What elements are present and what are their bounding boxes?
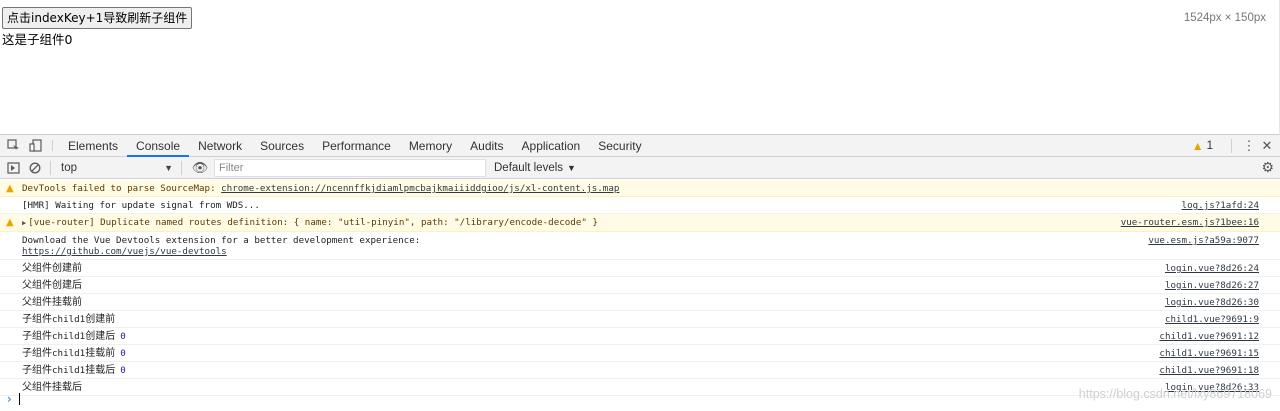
message-text-mono: child1: [52, 331, 86, 342]
message-source-link[interactable]: vue.esm.js?a59a:9077: [1148, 235, 1259, 246]
message-source-link[interactable]: child1.vue?9691:12: [1159, 331, 1259, 342]
tab-memory[interactable]: Memory: [400, 135, 461, 156]
text-caret: [18, 393, 20, 405]
message-text-mono: child1: [52, 348, 86, 359]
console-message-warning: ▲ DevTools failed to parse SourceMap: ch…: [0, 180, 1280, 197]
message-source-link[interactable]: child1.vue?9691:15: [1159, 348, 1259, 359]
message-text-suffix: 创建后: [85, 331, 116, 342]
tab-elements[interactable]: Elements: [59, 135, 127, 156]
message-source-link[interactable]: log.js?1afd:24: [1182, 200, 1259, 211]
console-message: 父组件创建后 login.vue?8d26:27: [0, 277, 1280, 294]
message-text-prefix: 子组件: [22, 331, 52, 342]
warning-icon: ▲: [6, 217, 14, 228]
tabbar-right-controls: ▲ 1 ⋮ ✕: [1192, 135, 1280, 157]
message-text: 父组件创建前: [22, 263, 82, 274]
message-text: 父组件创建后: [22, 280, 82, 291]
message-number: 0: [120, 365, 126, 376]
message-text-suffix: 挂载后: [85, 365, 116, 376]
devtools-tabbar: Elements Console Network Sources Perform…: [0, 135, 1280, 157]
message-number: 0: [120, 331, 126, 342]
message-text: Download the Vue Devtools extension for …: [22, 235, 421, 246]
devtools-panel: Elements Console Network Sources Perform…: [0, 135, 1280, 411]
console-message: 子组件child1挂载前 0 child1.vue?9691:15: [0, 345, 1280, 362]
watermark: https://blog.csdn.net/lxy869718069: [1078, 387, 1272, 401]
warning-icon: ▲: [6, 183, 14, 194]
message-text-suffix: 挂载前: [85, 348, 116, 359]
expand-triangle-icon[interactable]: ▶: [22, 219, 26, 227]
console-toolbar: top ▼ 👁 Default levels ▼ ⚙: [0, 157, 1280, 179]
console-message: [HMR] Waiting for update signal from WDS…: [0, 197, 1280, 214]
tab-application[interactable]: Application: [513, 135, 590, 156]
message-source-link[interactable]: vue-router.esm.js?1bee:16: [1121, 217, 1259, 228]
tab-sources[interactable]: Sources: [251, 135, 313, 156]
message-link[interactable]: https://github.com/vuejs/vue-devtools: [22, 246, 1280, 257]
toolbar-separator: [181, 160, 182, 175]
message-source-link[interactable]: login.vue?8d26:27: [1165, 280, 1259, 291]
tab-performance[interactable]: Performance: [313, 135, 400, 156]
message-source-link[interactable]: login.vue?8d26:30: [1165, 297, 1259, 308]
log-levels-label: Default levels: [494, 161, 564, 174]
eye-icon[interactable]: 👁: [188, 160, 212, 176]
gear-icon[interactable]: ⚙: [1261, 159, 1274, 176]
kebab-icon[interactable]: ⋮: [1240, 138, 1258, 154]
message-text: [HMR] Waiting for update signal from WDS…: [22, 200, 260, 211]
tab-security[interactable]: Security: [589, 135, 650, 156]
console-message: 父组件创建前 login.vue?8d26:24: [0, 260, 1280, 277]
console-message-warning: ▲ ▶ [vue-router] Duplicate named routes d…: [0, 214, 1280, 232]
filter-input[interactable]: [214, 158, 486, 177]
child-component-text: 这是子组件0: [2, 32, 73, 47]
warning-counter[interactable]: ▲ 1: [1192, 139, 1213, 153]
console-message: 子组件child1挂载后 0 child1.vue?9691:18: [0, 362, 1280, 379]
page-viewport: 点击indexKey+1导致刷新子组件 这是子组件0 1524px × 150p…: [0, 0, 1280, 135]
console-messages: ▲ DevTools failed to parse SourceMap: ch…: [0, 180, 1280, 396]
chevron-down-icon: ▼: [567, 162, 576, 173]
message-source-link[interactable]: child1.vue?9691:18: [1159, 365, 1259, 376]
prompt-chevron-icon: ›: [7, 392, 12, 406]
context-selector[interactable]: top ▼: [59, 159, 175, 177]
message-number: 0: [120, 348, 126, 359]
tab-network[interactable]: Network: [189, 135, 251, 156]
viewport-dimensions: 1524px × 150px: [1183, 12, 1266, 24]
message-text: [vue-router] Duplicate named routes defi…: [28, 217, 598, 228]
message-text-mono: child1: [52, 365, 86, 376]
close-icon[interactable]: ✕: [1258, 138, 1276, 154]
toolbar-separator: [50, 160, 51, 175]
message-text: 父组件挂载前: [22, 297, 82, 308]
message-text-mono: child1: [52, 314, 86, 325]
message-link[interactable]: chrome-extension://ncennffkjdiamlpmcbajk…: [221, 183, 619, 194]
sidebar-icon[interactable]: [4, 159, 22, 177]
tabbar-separator: [1231, 139, 1232, 153]
message-text: DevTools failed to parse SourceMap:: [22, 183, 222, 194]
message-text-prefix: 子组件: [22, 348, 52, 359]
console-message: 父组件挂载前 login.vue?8d26:30: [0, 294, 1280, 311]
message-source-link[interactable]: child1.vue?9691:9: [1165, 314, 1259, 325]
console-message: Download the Vue Devtools extension for …: [0, 232, 1280, 260]
warning-count: 1: [1206, 140, 1213, 152]
device-icon[interactable]: [26, 135, 44, 156]
context-value: top: [61, 161, 77, 174]
warning-icon: ▲: [1191, 139, 1204, 153]
log-levels-dropdown[interactable]: Default levels ▼: [494, 162, 576, 174]
chevron-down-icon: ▼: [164, 162, 173, 173]
tab-audits[interactable]: Audits: [461, 135, 512, 156]
console-message: 子组件child1创建后 0 child1.vue?9691:12: [0, 328, 1280, 345]
clear-icon[interactable]: [26, 159, 44, 177]
message-text-prefix: 子组件: [22, 314, 52, 325]
tab-separator: [52, 140, 53, 151]
console-message: 子组件child1创建前 child1.vue?9691:9: [0, 311, 1280, 328]
tab-console[interactable]: Console: [127, 135, 190, 157]
message-text-suffix: 创建前: [85, 314, 116, 325]
message-text-prefix: 子组件: [22, 365, 52, 376]
inspect-icon[interactable]: [4, 135, 22, 156]
increment-key-button[interactable]: 点击indexKey+1导致刷新子组件: [2, 7, 193, 29]
message-source-link[interactable]: login.vue?8d26:24: [1165, 263, 1259, 274]
